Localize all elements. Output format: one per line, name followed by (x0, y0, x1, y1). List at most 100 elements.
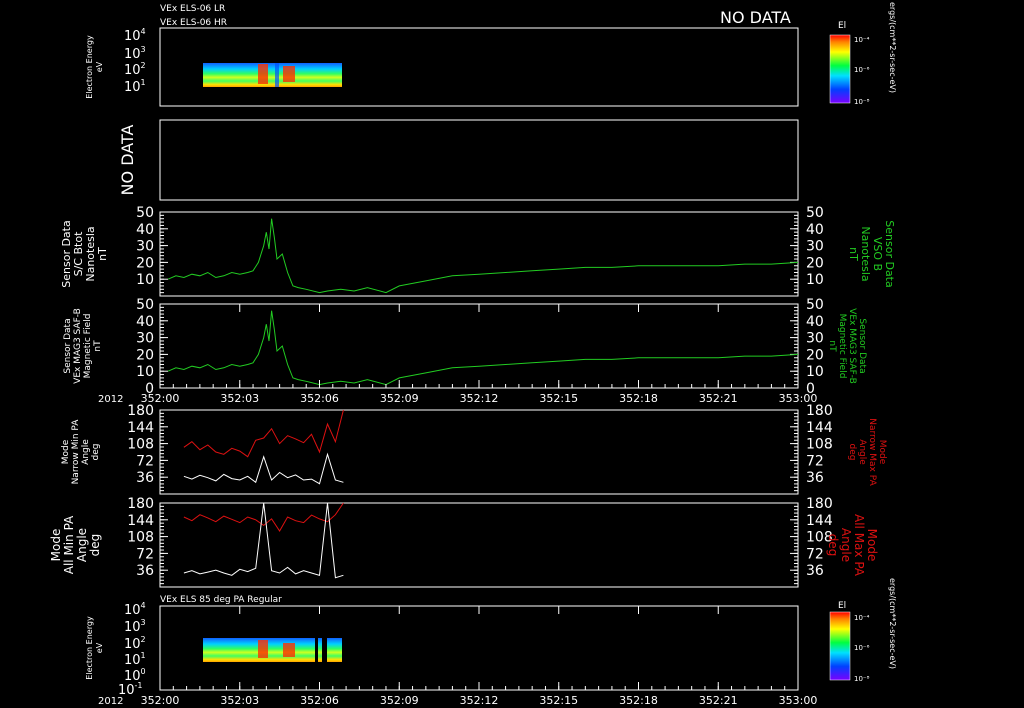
narrow-min-pa-line (183, 452, 344, 485)
panel6-right-label: ModeAll Max PAAngledeg (826, 514, 879, 577)
panel5-left-label: ModeNarrow Min PAAngledeg (61, 419, 101, 485)
colorbar7 (829, 611, 851, 681)
panel3-left-label: Sensor DataS/C BtotNanoteslanT (60, 220, 109, 287)
cb7-units: ergs/(cm**2-sr-sec-eV) (888, 578, 897, 669)
cb1-units: ergs/(cm**2-sr-sec-eV) (888, 2, 897, 93)
p3-label-left: 40 (136, 222, 154, 238)
xtick-label: 352:06 (300, 694, 339, 707)
panel6-left-label: ModeAll Min PAAngledeg (49, 515, 102, 574)
p6-label-left: 36 (136, 563, 154, 579)
panel5-right-label: ModeNarrow Max PAAngledeg (847, 418, 887, 486)
p7-ytick-1: 101 (124, 651, 146, 668)
p5-label-left: 72 (136, 453, 154, 469)
cb1-tick-2: 10⁻⁸ (854, 98, 870, 106)
cb7-tick-2: 10⁻⁸ (854, 675, 870, 683)
panel3-yticks: 10 1020 2030 3040 4050 50 (136, 205, 824, 297)
p4-label-right: 40 (806, 314, 824, 330)
p4-label-right: 30 (806, 331, 824, 347)
panel6-yticks: 36 3672 72108 108144 144180 180 (127, 496, 833, 588)
panel2-frame (159, 119, 799, 201)
p4-label-right: 50 (806, 297, 824, 313)
panel1-yticks: 104 103 102 101 (124, 27, 146, 95)
p5-label-right: 72 (806, 453, 824, 469)
xtick-label: 352:12 (460, 694, 499, 707)
xtick-label: 352:15 (539, 392, 578, 405)
p3-label-right: 40 (806, 222, 824, 238)
no-data-top: NO DATA (720, 8, 791, 27)
cb7-label: El (838, 601, 846, 611)
p5-label-left: 36 (136, 470, 154, 486)
cb1-label: El (838, 21, 846, 31)
xtick-label: 352:03 (220, 694, 259, 707)
p3-label-right: 20 (806, 255, 824, 271)
xtick-label: 352:12 (460, 392, 499, 405)
panel6-frame (159, 502, 799, 588)
p4-label-left: 20 (136, 347, 154, 363)
p3-label-left: 50 (136, 205, 154, 221)
p3-label-left: 10 (136, 272, 154, 288)
header-hr: VEx ELS-06 HR (160, 18, 227, 28)
p3-label-left: 20 (136, 255, 154, 271)
p7-ytick-2: 102 (124, 635, 146, 652)
narrow-max-pa-line (183, 409, 344, 458)
panel1-spectrogram (203, 63, 342, 87)
p7-ytick-3: 103 (124, 618, 146, 635)
xtick-label: 352:00 (141, 694, 180, 707)
els-summary-plot: VEx ELS-06 LR VEx ELS-06 HR NO DATA 104 … (49, 2, 897, 707)
xtick-label: 352:09 (380, 694, 419, 707)
p5-label-left: 144 (127, 420, 154, 436)
p6-label-right: 72 (806, 546, 824, 562)
p5-label-right: 180 (806, 403, 833, 419)
colorbar1 (829, 34, 851, 104)
panel7-title: VEx ELS 85 deg PA Regular (160, 595, 282, 605)
p6-label-left: 72 (136, 546, 154, 562)
panel7-ylabel: Electron EnergyeV (85, 616, 104, 680)
cb1-tick-1: 10⁻⁶ (854, 66, 870, 74)
panel4-right-label: Sensor DataVEx MAG3 SAF-BMagnetic Fieldn… (827, 308, 867, 384)
panel4-left-label: Sensor DataVEx MAG3 SAF-BMagnetic Fieldn… (63, 308, 103, 384)
p4-label-left: 40 (136, 314, 154, 330)
p1-ytick-2: 102 (124, 61, 146, 78)
xtick-label: 352:09 (380, 392, 419, 405)
p5-label-left: 108 (127, 437, 154, 453)
p4-label-right: 10 (806, 364, 824, 380)
mag3-line (167, 310, 799, 386)
panel1-ylabel: Electron EnergyeV (85, 35, 104, 99)
p4-label-left: 10 (136, 364, 154, 380)
p6-label-right: 36 (806, 563, 824, 579)
cb1-tick-0: 10⁻⁴ (854, 36, 870, 44)
xtick-label: 352:15 (539, 694, 578, 707)
p3-label-right: 10 (806, 272, 824, 288)
p6-label-right: 144 (806, 513, 833, 529)
cb7-tick-1: 10⁻⁶ (854, 644, 870, 652)
cb7-tick-0: 10⁻⁴ (854, 614, 870, 622)
year-mid: 2012 (98, 394, 123, 405)
xtick-label: 352:18 (619, 392, 658, 405)
panel4-frame (159, 303, 799, 389)
panel3-frame (159, 211, 799, 297)
all-min-pa-line (183, 502, 344, 579)
xtick-label: 352:03 (220, 392, 259, 405)
header-lr: VEx ELS-06 LR (160, 4, 225, 14)
p5-label-right: 108 (806, 437, 833, 453)
p3-label-right: 30 (806, 239, 824, 255)
p6-label-left: 180 (127, 496, 154, 512)
p4-label-left: 30 (136, 331, 154, 347)
xtick-label: 352:21 (699, 694, 738, 707)
year-bottom: 2012 (98, 696, 123, 707)
panel2-no-data: NO DATA (118, 125, 137, 196)
btot-line (167, 218, 799, 294)
p4-label-right: 20 (806, 347, 824, 363)
p5-label-left: 180 (127, 403, 154, 419)
panel7-yticks: 104 103 102 101 100 10-1 (118, 601, 146, 698)
p7-ytick-4: 104 (124, 601, 146, 618)
p3-label-right: 50 (806, 205, 824, 221)
xtick-label: 353:00 (779, 694, 818, 707)
p5-label-right: 144 (806, 420, 833, 436)
p1-ytick-4: 104 (124, 27, 146, 44)
p1-ytick-3: 103 (124, 45, 146, 62)
xaxis-mid: 352:00 352:03 352:06 352:09 352:12 352:15 352:… (141, 304, 817, 405)
p3-label-left: 30 (136, 239, 154, 255)
xtick-label: 352:06 (300, 392, 339, 405)
p6-label-right: 180 (806, 496, 833, 512)
